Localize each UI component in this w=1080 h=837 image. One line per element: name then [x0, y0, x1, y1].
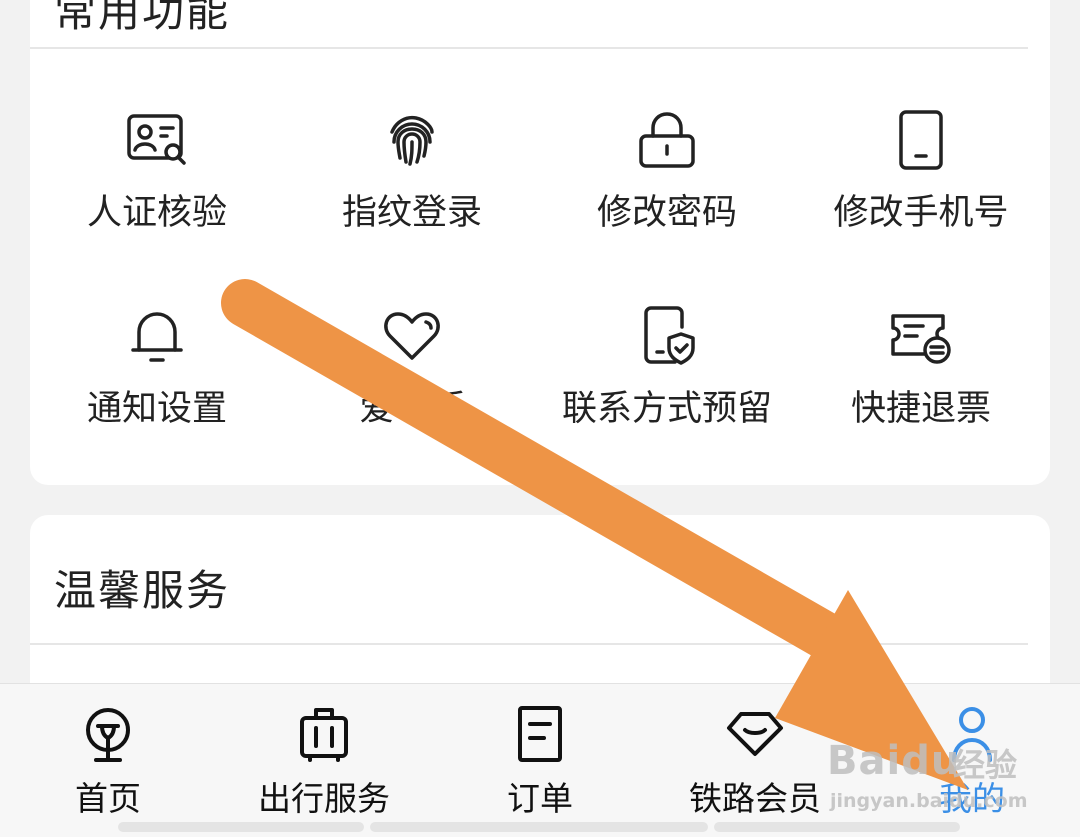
nav-tab-orders[interactable]: 订单 — [440, 704, 640, 820]
function-label: 人证核验 — [86, 193, 227, 233]
watermark-cn: 经验 — [953, 746, 1018, 784]
nav-tab-travel-service[interactable]: 出行服务 — [224, 704, 424, 820]
common-functions-card: 常用功能 人证核验 指纹登录 修改密码 修改手机号 通知设置 爱心版 联系方式预… — [30, 0, 1050, 485]
heart-icon — [384, 312, 440, 360]
function-label: 修改密码 — [596, 193, 737, 233]
phone-icon — [899, 110, 943, 170]
function-label: 联系方式预留 — [561, 389, 772, 429]
function-label: 爱心版 — [359, 389, 465, 429]
fingerprint-icon — [390, 115, 434, 166]
phone-shield-icon — [644, 306, 695, 365]
home-indicator-segment — [118, 822, 364, 832]
function-item-change-phone[interactable]: 修改手机号 — [796, 108, 1046, 258]
watermark-url: jingyan.baidu.com — [830, 790, 1028, 812]
home-indicator-segment — [370, 822, 708, 832]
function-label: 快捷退票 — [850, 389, 991, 429]
railway-logo-icon — [86, 708, 130, 762]
section-title-common: 常用功能 — [54, 0, 231, 36]
baidu-watermark: Baidu 经验 jingyan.baidu.com — [825, 730, 1028, 830]
section-title-warm: 温馨服务 — [54, 566, 231, 615]
function-item-change-password[interactable]: 修改密码 — [542, 108, 792, 258]
function-item-reserve-contact[interactable]: 联系方式预留 — [542, 304, 792, 454]
order-list-icon — [518, 706, 562, 762]
function-item-quick-refund[interactable]: 快捷退票 — [796, 304, 1046, 454]
nav-label: 首页 — [75, 779, 141, 818]
watermark-brand: Baidu — [827, 738, 961, 784]
function-label: 通知设置 — [86, 389, 227, 429]
ticket-refund-icon — [891, 314, 951, 364]
lock-icon — [639, 112, 695, 168]
function-item-notification-settings[interactable]: 通知设置 — [32, 304, 282, 454]
function-label: 修改手机号 — [833, 193, 1009, 233]
function-label: 指纹登录 — [341, 193, 482, 233]
luggage-icon — [300, 708, 348, 762]
diamond-icon — [727, 712, 783, 756]
divider — [30, 47, 1028, 49]
divider — [30, 643, 1028, 645]
function-item-fingerprint-login[interactable]: 指纹登录 — [287, 108, 537, 258]
function-item-face-verify[interactable]: 人证核验 — [32, 108, 282, 258]
nav-label: 订单 — [507, 779, 573, 818]
nav-tab-home[interactable]: 首页 — [8, 704, 208, 820]
function-item-care-version[interactable]: 爱心版 — [287, 304, 537, 454]
nav-label: 出行服务 — [258, 779, 390, 818]
bell-icon — [131, 312, 183, 362]
id-card-search-icon — [127, 114, 186, 165]
